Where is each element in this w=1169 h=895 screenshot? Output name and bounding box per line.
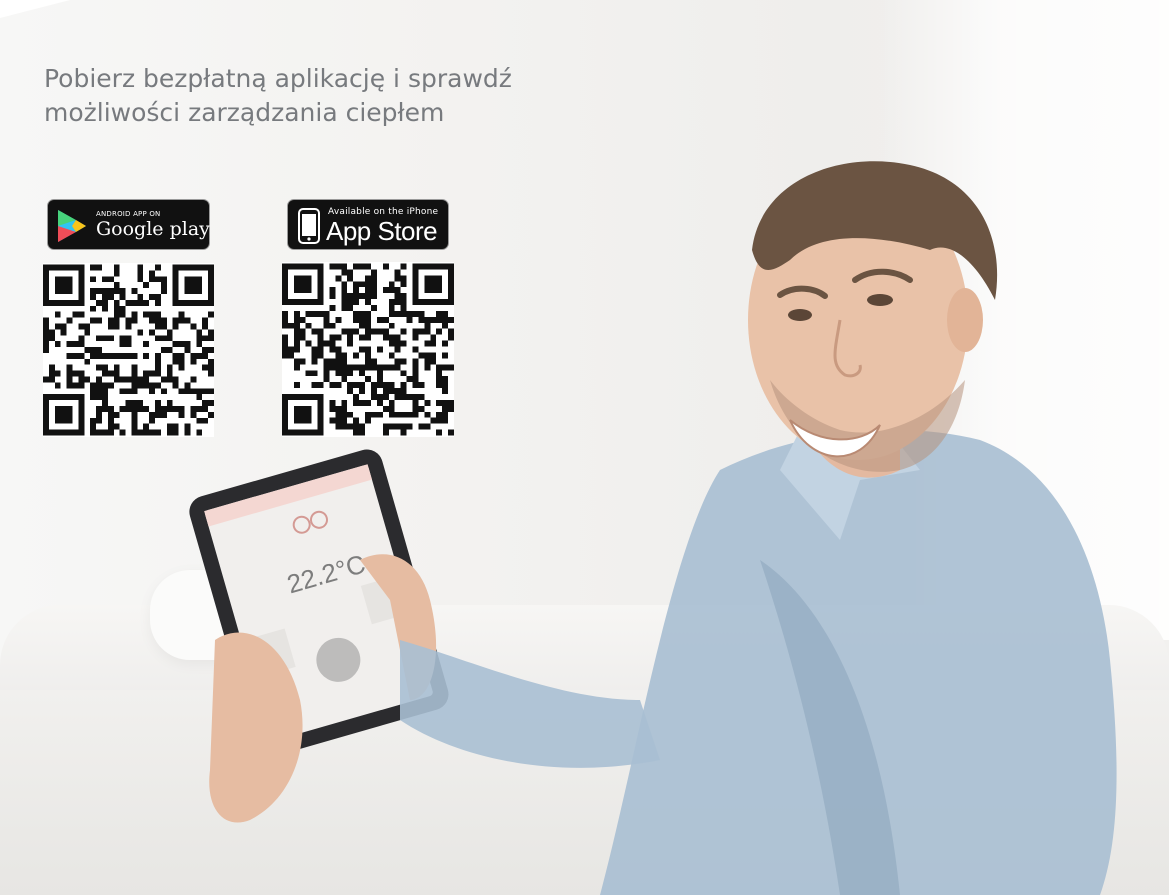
smile [789, 419, 881, 458]
tablet-temperature: 22.2°C [284, 549, 369, 600]
apple-badge-name: App Store [326, 216, 438, 246]
left-eye [788, 309, 812, 321]
google-play-qr-code[interactable] [43, 263, 214, 437]
iphone-icon [298, 208, 320, 244]
headline: Pobierz bezpłatną aplikację i sprawdź mo… [44, 62, 604, 130]
app-store-qr-code[interactable] [282, 262, 454, 437]
corner-fold [0, 0, 70, 18]
headline-line-1: Pobierz bezpłatną aplikację i sprawdź [44, 64, 512, 93]
app-store-badge[interactable]: Available on the iPhone App Store [287, 199, 449, 250]
headline-line-2: możliwości zarządzania ciepłem [44, 98, 445, 127]
google-play-badge[interactable]: ANDROID APP ON Google play [47, 199, 210, 250]
pillow [150, 570, 290, 660]
qr-code-image [282, 263, 454, 436]
couch [0, 690, 1169, 895]
background-scene: 22.2°C [0, 0, 1169, 895]
google-play-triangle-icon [58, 210, 86, 242]
qr-code-image [43, 264, 214, 436]
google-badge-name: Google play [96, 218, 210, 240]
google-badge-small-text: ANDROID APP ON [96, 210, 161, 218]
window-light [880, 0, 1169, 640]
nose [833, 319, 862, 378]
